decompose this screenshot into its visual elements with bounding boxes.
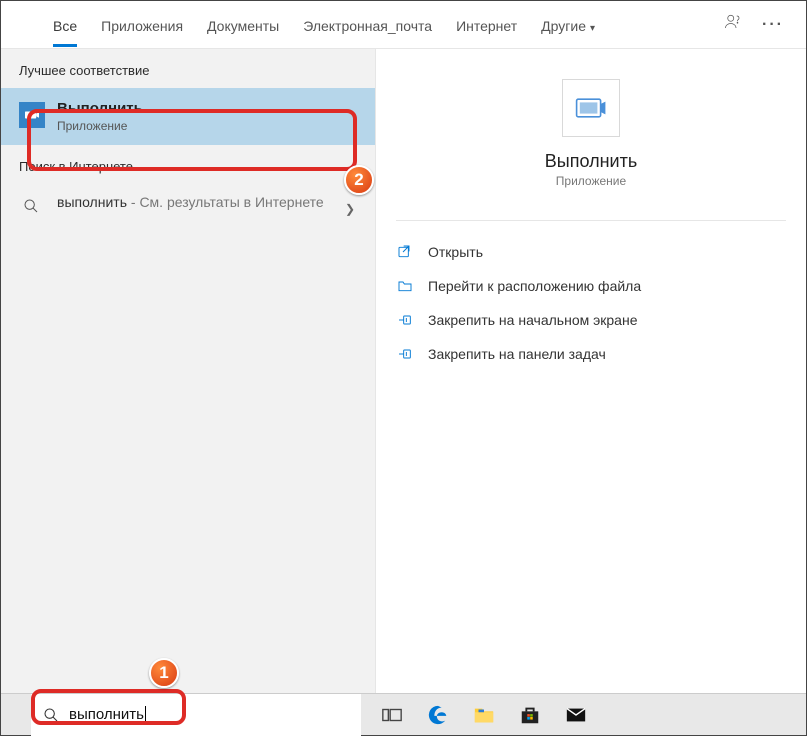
tab-all[interactable]: Все [41, 4, 89, 46]
preview-app-icon [562, 79, 620, 137]
taskbar: выполнить [1, 693, 806, 735]
preview-panel: Выполнить Приложение Открыть Перейти к р… [376, 49, 806, 693]
web-query: выполнить [57, 194, 127, 210]
web-search-result[interactable]: выполнить - См. результаты в Интернете ❯ [1, 184, 375, 220]
edge-icon[interactable] [415, 694, 461, 736]
mail-icon[interactable] [553, 694, 599, 736]
pin-start-icon [396, 311, 414, 329]
folder-icon [396, 277, 414, 295]
search-icon [23, 198, 39, 214]
tab-email[interactable]: Электронная_почта [291, 4, 444, 46]
action-open[interactable]: Открыть [396, 235, 786, 269]
annotation-badge-2: 2 [344, 165, 374, 195]
result-title: Выполнить [57, 100, 357, 117]
results-panel: Лучшее соответствие Выполнить Приложение… [1, 49, 376, 693]
action-pin-taskbar[interactable]: Закрепить на панели задач [396, 337, 786, 371]
tab-apps[interactable]: Приложения [89, 4, 195, 46]
result-subtitle: Приложение [57, 119, 357, 133]
chevron-right-icon: ❯ [345, 202, 355, 216]
chevron-down-icon: ▾ [590, 23, 595, 34]
preview-subtitle: Приложение [396, 174, 786, 188]
web-search-label: Поиск в Интернете [1, 145, 375, 184]
run-app-icon [19, 102, 45, 128]
tab-docs[interactable]: Документы [195, 4, 291, 46]
tab-internet[interactable]: Интернет [444, 4, 529, 46]
best-match-result[interactable]: Выполнить Приложение [1, 88, 375, 145]
action-file-location[interactable]: Перейти к расположению файла [396, 269, 786, 303]
search-input[interactable]: выполнить [31, 694, 361, 736]
search-icon [43, 707, 59, 723]
pin-taskbar-icon [396, 345, 414, 363]
action-pin-start[interactable]: Закрепить на начальном экране [396, 303, 786, 337]
divider [396, 220, 786, 221]
preview-title: Выполнить [396, 151, 786, 172]
annotation-badge-1: 1 [149, 658, 179, 688]
tab-other[interactable]: Другие▾ [529, 4, 607, 46]
feedback-icon[interactable] [714, 13, 752, 36]
best-match-label: Лучшее соответствие [1, 49, 375, 88]
web-suffix: - См. результаты в Интернете [127, 194, 324, 210]
task-view-icon[interactable] [369, 694, 415, 736]
more-icon[interactable]: ··· [752, 16, 794, 34]
text-cursor [145, 706, 146, 723]
explorer-icon[interactable] [461, 694, 507, 736]
search-value: выполнить [69, 706, 144, 723]
store-icon[interactable] [507, 694, 553, 736]
open-icon [396, 243, 414, 261]
